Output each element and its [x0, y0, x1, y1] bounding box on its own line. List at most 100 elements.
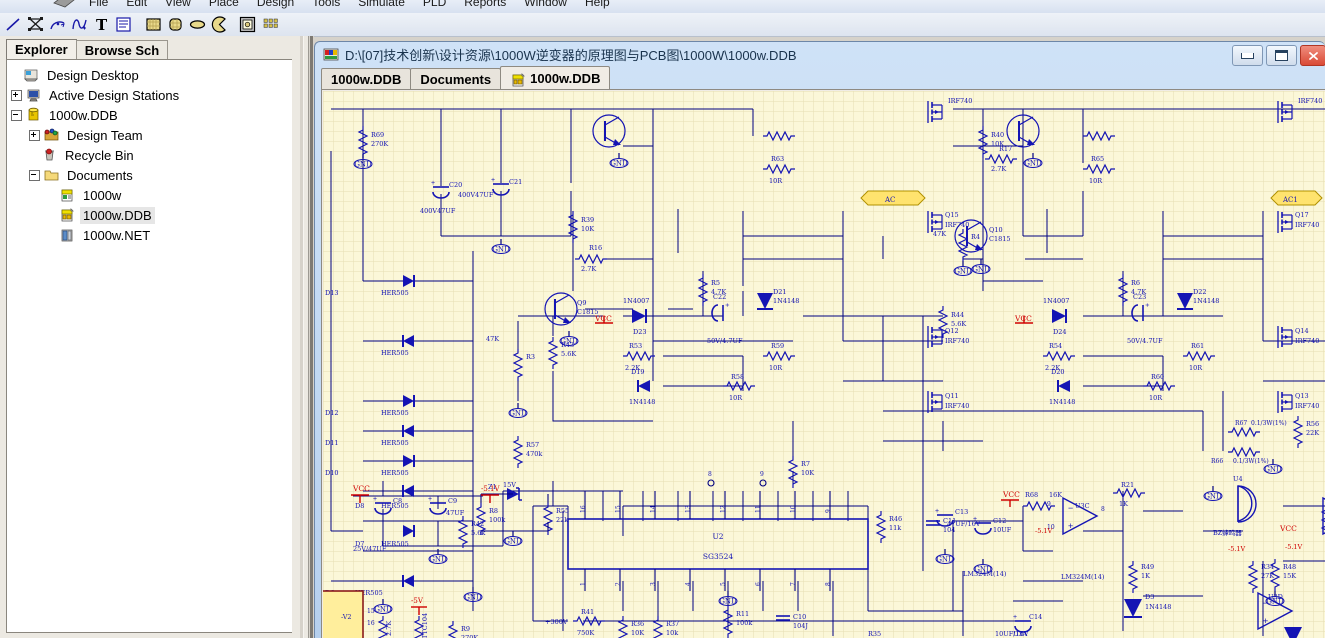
svg-text:R49: R49 — [1141, 563, 1154, 571]
tree-item-1000w-ddb[interactable]: 1000w.DDB — [11, 105, 292, 125]
menu-item-edit[interactable]: Edit — [117, 0, 156, 9]
document-title-bar[interactable]: D:\[07]技术创新\设计资源\1000W逆变器的原理图与PCB图\1000W… — [315, 42, 1325, 66]
svg-text:400V47UF: 400V47UF — [458, 191, 494, 199]
svg-text:R60: R60 — [1151, 373, 1164, 381]
document-tab-label: 1000w.DDB — [530, 71, 601, 86]
tree-expander-minus-icon[interactable] — [11, 109, 22, 121]
pie-icon[interactable] — [210, 15, 229, 34]
text-frame-icon[interactable] — [114, 15, 133, 34]
rectangle-icon[interactable] — [144, 15, 163, 34]
panel-tab-explorer[interactable]: Explorer — [6, 39, 77, 60]
document-tab-row: 1000w.DDB Documents 1000w.DDB — [321, 66, 611, 90]
line-icon[interactable] — [4, 15, 23, 34]
graphic-icon[interactable] — [238, 15, 257, 34]
document-tab-1[interactable]: Documents — [410, 68, 502, 90]
database-icon — [25, 107, 42, 123]
svg-text:R6: R6 — [1131, 279, 1140, 287]
svg-text:R66: R66 — [1211, 458, 1223, 465]
svg-text:D12: D12 — [325, 409, 338, 417]
svg-text:270K: 270K — [461, 634, 478, 638]
menu-item-view[interactable]: View — [156, 0, 200, 9]
document-tab-label: 1000w.DDB — [331, 72, 402, 87]
arc-icon[interactable] — [48, 15, 67, 34]
splitter-bar[interactable] — [303, 36, 309, 638]
svg-text:VCC: VCC — [1002, 490, 1020, 499]
tree-expander-plus-icon[interactable] — [11, 89, 22, 101]
menu-item-reports[interactable]: Reports — [455, 0, 515, 9]
svg-text:R68: R68 — [1025, 491, 1038, 499]
svg-text:15V: 15V — [503, 481, 516, 489]
tree-item-1000w-ddb[interactable]: 1000w.DDB — [11, 205, 292, 225]
tree-expander-plus-icon[interactable] — [29, 129, 40, 141]
minimize-button[interactable] — [1232, 45, 1263, 66]
svg-text:10K: 10K — [801, 469, 814, 477]
tree-item-documents[interactable]: Documents — [11, 165, 292, 185]
svg-text:15: 15 — [615, 505, 622, 513]
svg-text:R34: R34 — [1261, 563, 1274, 571]
sch-doc-icon — [510, 72, 526, 86]
document-tab-0[interactable]: 1000w.DDB — [321, 68, 412, 90]
net-doc-icon — [59, 227, 76, 243]
menu-item-tools[interactable]: Tools — [303, 0, 349, 9]
schematic-canvas[interactable]: GND + — [323, 91, 1325, 638]
svg-text:1N4148: 1N4148 — [773, 297, 799, 305]
svg-text:R9: R9 — [461, 625, 470, 633]
tree-item-design-desktop[interactable]: Design Desktop — [11, 65, 292, 85]
menu-item-design[interactable]: Design — [248, 0, 303, 9]
svg-text:R4: R4 — [971, 233, 980, 241]
tree-item-label: 1000w — [83, 187, 122, 203]
splitter-edge — [310, 36, 313, 638]
svg-text:5: 5 — [720, 582, 727, 586]
svg-text:16K: 16K — [1049, 491, 1062, 499]
svg-text:U3A: U3A — [1013, 630, 1028, 638]
text-icon[interactable]: T — [92, 15, 111, 34]
panel-tab-browse-sch[interactable]: Browse Sch — [75, 40, 169, 60]
menu-item-place[interactable]: Place — [200, 0, 248, 9]
document-tab-2[interactable]: 1000w.DDB — [500, 66, 611, 90]
tree-item-design-team[interactable]: Design Team — [11, 125, 292, 145]
ellipse-icon[interactable] — [188, 15, 207, 34]
array-icon[interactable] — [262, 15, 284, 34]
tree-item-recycle-bin[interactable]: Recycle Bin — [11, 145, 292, 165]
svg-text:HER505: HER505 — [381, 439, 409, 447]
menu-item-simulate[interactable]: Simulate — [349, 0, 414, 9]
svg-text:C20: C20 — [449, 181, 462, 189]
svg-text:2.7K: 2.7K — [581, 265, 596, 273]
polygon-icon[interactable] — [26, 15, 45, 34]
menu-item-help[interactable]: Help — [576, 0, 619, 9]
tree-expander-minus-icon[interactable] — [29, 169, 40, 181]
schematic-canvas-frame: GND + — [321, 89, 1325, 638]
menu-item-window[interactable]: Window — [515, 0, 576, 9]
close-button[interactable] — [1300, 45, 1325, 66]
svg-text:0.1/3W(1%): 0.1/3W(1%) — [1251, 420, 1287, 427]
svg-text:VCC: VCC — [1279, 524, 1297, 533]
svg-text:10R: 10R — [1189, 364, 1203, 372]
svg-text:U4: U4 — [1233, 475, 1243, 483]
design-explorer-tree[interactable]: Design Desktop Active Design Stations 1000… — [6, 59, 292, 633]
svg-text:1: 1 — [580, 582, 587, 586]
tree-item-active-design-stations[interactable]: Active Design Stations — [11, 85, 292, 105]
svg-text:R65: R65 — [1091, 155, 1104, 163]
svg-text:104J: 104J — [793, 622, 808, 630]
svg-text:SG3524: SG3524 — [703, 552, 733, 561]
svg-text:C1815: C1815 — [989, 235, 1011, 243]
svg-text:C9: C9 — [448, 497, 457, 505]
curve-icon[interactable] — [70, 15, 89, 34]
tree-item-label: Active Design Stations — [49, 87, 180, 103]
tree-item-1000w-net[interactable]: 1000w.NET — [11, 225, 292, 245]
svg-text:8: 8 — [1101, 506, 1105, 513]
tree-item-1000w[interactable]: 1000w — [11, 185, 292, 205]
svg-text:3: 3 — [650, 582, 657, 586]
pcb-doc-icon — [59, 187, 76, 203]
restore-button[interactable] — [1266, 45, 1297, 66]
design-desktop-icon — [23, 67, 40, 83]
menu-item-pld[interactable]: PLD — [414, 0, 455, 9]
pane-splitter[interactable] — [300, 36, 314, 638]
svg-text:D19: D19 — [631, 368, 644, 376]
design-team-icon — [43, 127, 60, 143]
svg-text:10: 10 — [790, 505, 797, 513]
round-rectangle-icon[interactable] — [166, 15, 185, 34]
svg-text:470k: 470k — [526, 450, 542, 458]
menu-item-file[interactable]: File — [80, 0, 117, 9]
explorer-pane: Explorer Browse Sch Design Desktop Active … — [0, 36, 300, 638]
